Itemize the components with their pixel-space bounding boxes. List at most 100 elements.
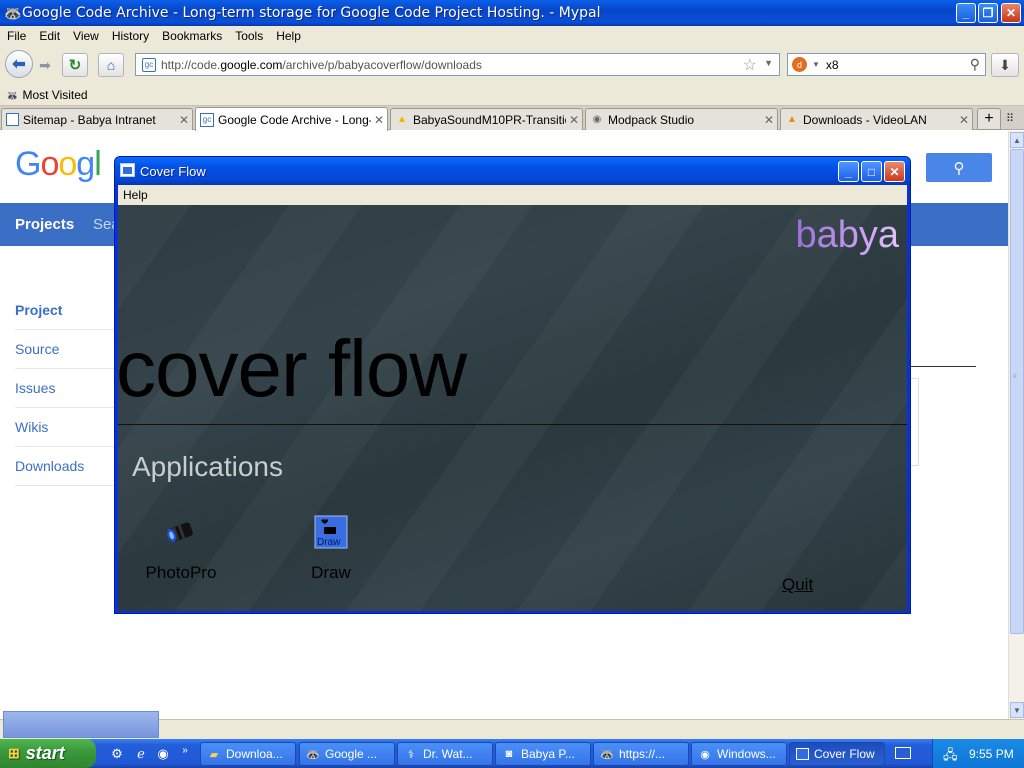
browser-title-bar: 🦝 Google Code Archive - Long-term storag… (0, 0, 1024, 26)
project-sidebar: Project Source Issues Wikis Downloads (15, 291, 115, 486)
browser-window-title: Google Code Archive - Long-term storage … (22, 5, 601, 21)
address-url: http://code.google.com/archive/p/babyaco… (161, 57, 482, 72)
system-tray: 🖧 9:55 PM (932, 739, 1024, 768)
coverflow-content: babya cover flow Applications PhotoPro ❤… (118, 205, 907, 611)
bookmarks-toolbar: 🦝 Most Visited (0, 84, 1024, 106)
scrollbar-thumb[interactable] (1010, 149, 1024, 634)
search-icon[interactable]: ⚲ (970, 56, 980, 73)
start-button[interactable]: ⊞ start (0, 739, 96, 768)
taskbar-button-google[interactable]: 🦝 Google ... (299, 742, 395, 766)
tab-close-icon[interactable]: ✕ (371, 113, 387, 127)
tab-babya-sound[interactable]: ▲ BabyaSoundM10PR-Transitio... ✕ (390, 108, 583, 130)
network-icon[interactable]: 🖧 (943, 746, 958, 768)
coverflow-close-button[interactable]: ✕ (884, 161, 905, 182)
clock[interactable]: 9:55 PM (969, 747, 1014, 761)
search-box[interactable]: d ▼ x8 ⚲ (787, 53, 986, 76)
menu-file[interactable]: File (0, 26, 32, 43)
app-photopro[interactable]: PhotoPro (131, 515, 231, 583)
menu-history[interactable]: History (105, 26, 155, 43)
coverflow-title-bar[interactable]: Cover Flow _ □ ✕ (115, 157, 910, 185)
keyboard-language-icon[interactable] (895, 747, 911, 759)
google-search-button[interactable]: ⚲ (926, 153, 992, 182)
tab-close-icon[interactable]: ✕ (761, 113, 777, 127)
search-engine-icon[interactable]: d (792, 57, 807, 72)
tab-close-icon[interactable]: ✕ (176, 113, 192, 127)
site-identity-icon: gc (142, 57, 156, 72)
home-button[interactable]: ⌂ (98, 53, 124, 77)
tab-videolan[interactable]: ▲ Downloads - VideoLAN ✕ (780, 108, 973, 130)
bookmark-folder-icon: 🦝 (6, 91, 19, 102)
coverflow-window: Cover Flow _ □ ✕ Help babya cover flow A… (114, 156, 911, 614)
minimize-button[interactable]: _ (956, 3, 976, 23)
menu-help[interactable]: Help (269, 26, 307, 43)
scroll-grip-icon: ≡ (1013, 374, 1017, 380)
app-draw[interactable]: ❤ Draw Draw (281, 515, 381, 583)
quicklaunch-more-icon[interactable]: » (176, 741, 194, 759)
draw-icon: ❤ Draw (314, 515, 348, 549)
plus-icon: + (984, 110, 994, 127)
tab-modpack-studio[interactable]: ◉ Modpack Studio ✕ (585, 108, 778, 130)
sidebar-item-issues[interactable]: Issues (15, 369, 115, 408)
search-input[interactable]: x8 (826, 58, 839, 72)
arrow-left-icon: ⬅ (12, 56, 26, 73)
status-progress-area (3, 711, 159, 738)
windows-taskbar: ⊞ start ⚙ ℯ ◉ » ▰ Downloa... 🦝 Google ... ⚕… (0, 739, 1024, 768)
coverflow-maximize-button[interactable]: □ (861, 161, 882, 182)
tab-close-icon[interactable]: ✕ (956, 113, 972, 127)
taskbar-button-downloads[interactable]: ▰ Downloa... (200, 742, 296, 766)
quicklaunch-settings-icon[interactable]: ⚙ (108, 745, 126, 763)
forward-button[interactable]: ➡ (36, 53, 54, 77)
menu-bookmarks[interactable]: Bookmarks (155, 26, 228, 43)
taskbar-button-babya-photopro[interactable]: ◙ Babya P... (495, 742, 591, 766)
drwatson-icon: ⚕ (408, 748, 414, 761)
tab-sitemap[interactable]: Sitemap - Babya Intranet ✕ (1, 108, 193, 130)
taskbar-button-drwatson[interactable]: ⚕ Dr. Wat... (397, 742, 493, 766)
restore-button[interactable]: ❐ (978, 3, 998, 23)
taskbar-button-windows-media[interactable]: ◉ Windows... (691, 742, 787, 766)
sidebar-item-project[interactable]: Project (15, 291, 115, 330)
coverflow-minimize-button[interactable]: _ (838, 161, 859, 182)
sidebar-item-downloads[interactable]: Downloads (15, 447, 115, 486)
downloads-button[interactable]: ⬇ (991, 53, 1019, 77)
quicklaunch-ie-icon[interactable]: ℯ (132, 745, 150, 763)
coverflow-menu-help[interactable]: Help (123, 188, 148, 202)
coverflow-menu-bar: Help (118, 185, 907, 205)
bookmark-star-icon[interactable]: ☆ (743, 55, 757, 75)
reload-button[interactable]: ↻ (62, 53, 88, 77)
menu-tools[interactable]: Tools (228, 26, 269, 43)
tab-google-code-archive[interactable]: gc Google Code Archive - Long-t... ✕ (195, 107, 388, 131)
menu-edit[interactable]: Edit (32, 26, 66, 43)
google-logo[interactable]: Googl (15, 145, 102, 184)
scroll-down-icon[interactable]: ▼ (1010, 702, 1024, 718)
gc-icon: gc (200, 112, 214, 127)
tab-list-icon[interactable]: ⠿ (1006, 112, 1014, 125)
quit-link[interactable]: Quit (782, 575, 813, 595)
address-bar[interactable]: gc http://code.google.com/archive/p/baby… (135, 53, 780, 76)
close-button[interactable]: ✕ (1001, 3, 1021, 23)
nav-projects[interactable]: Projects (15, 216, 74, 233)
vertical-scrollbar[interactable]: ▲ ≡ ▼ (1008, 131, 1024, 719)
back-button[interactable]: ⬅ (5, 50, 33, 78)
taskbar-button-https[interactable]: 🦝 https://... (593, 742, 689, 766)
sidebar-item-wikis[interactable]: Wikis (15, 408, 115, 447)
new-tab-button[interactable]: + (977, 108, 1001, 130)
mypal-icon: 🦝 (306, 748, 320, 761)
scroll-up-icon[interactable]: ▲ (1010, 132, 1024, 148)
menu-view[interactable]: View (66, 26, 105, 43)
engine-dropdown-icon[interactable]: ▼ (812, 60, 820, 69)
taskbar-button-coverflow[interactable]: Cover Flow (789, 742, 885, 766)
bookmark-most-visited[interactable]: 🦝 Most Visited (6, 88, 88, 102)
quicklaunch-media-icon[interactable]: ◉ (154, 745, 172, 763)
window-icon (120, 163, 135, 177)
babya-logo: babya (795, 214, 899, 256)
tab-label: BabyaSoundM10PR-Transitio... (413, 112, 566, 127)
coverflow-divider (118, 424, 907, 425)
url-dropdown-icon[interactable]: ▼ (764, 58, 773, 68)
browser-menu-bar: File Edit View History Bookmarks Tools Help (0, 26, 1024, 46)
camera-lens-icon (164, 515, 198, 549)
svg-text:❤: ❤ (321, 518, 329, 528)
tab-close-icon[interactable]: ✕ (566, 113, 582, 127)
coverflow-window-title: Cover Flow (140, 164, 206, 179)
download-arrow-icon: ⬇ (999, 56, 1011, 73)
sidebar-item-source[interactable]: Source (15, 330, 115, 369)
